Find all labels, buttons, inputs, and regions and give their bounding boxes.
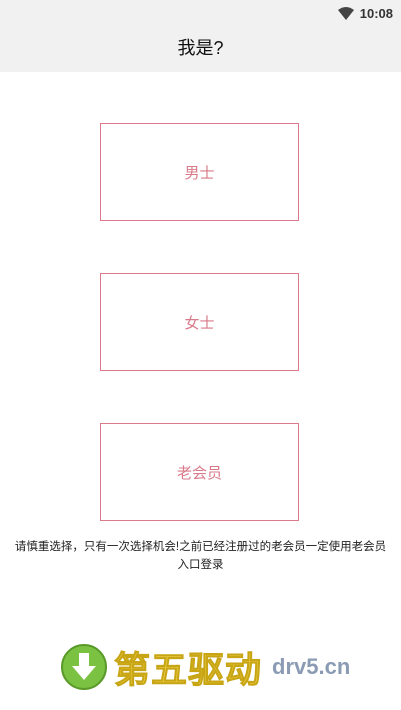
- status-bar: 10:08: [337, 4, 393, 22]
- download-arrow-icon: [61, 644, 107, 690]
- male-option-label: 男士: [184, 164, 215, 182]
- old-member-option-label: 老会员: [176, 464, 222, 482]
- female-option-button[interactable]: 女士: [100, 273, 299, 371]
- male-option-button[interactable]: 男士: [100, 123, 299, 221]
- old-member-option-button[interactable]: 老会员: [100, 423, 299, 521]
- watermark: 第五驱动 drv5.cn: [60, 637, 350, 697]
- watermark-text: 第五驱动: [113, 649, 263, 691]
- page-title: 我是?: [177, 38, 224, 58]
- watermark-domain: drv5.cn: [272, 654, 351, 679]
- selection-notice: 请慎重选择，只有一次选择机会!之前已经注册过的老会员一定使用老会员 入口登录: [14, 541, 387, 571]
- wifi-icon: [337, 6, 354, 20]
- female-option-label: 女士: [184, 314, 215, 332]
- app-header: 10:08 我是?: [0, 0, 401, 72]
- status-time: 10:08: [359, 5, 393, 21]
